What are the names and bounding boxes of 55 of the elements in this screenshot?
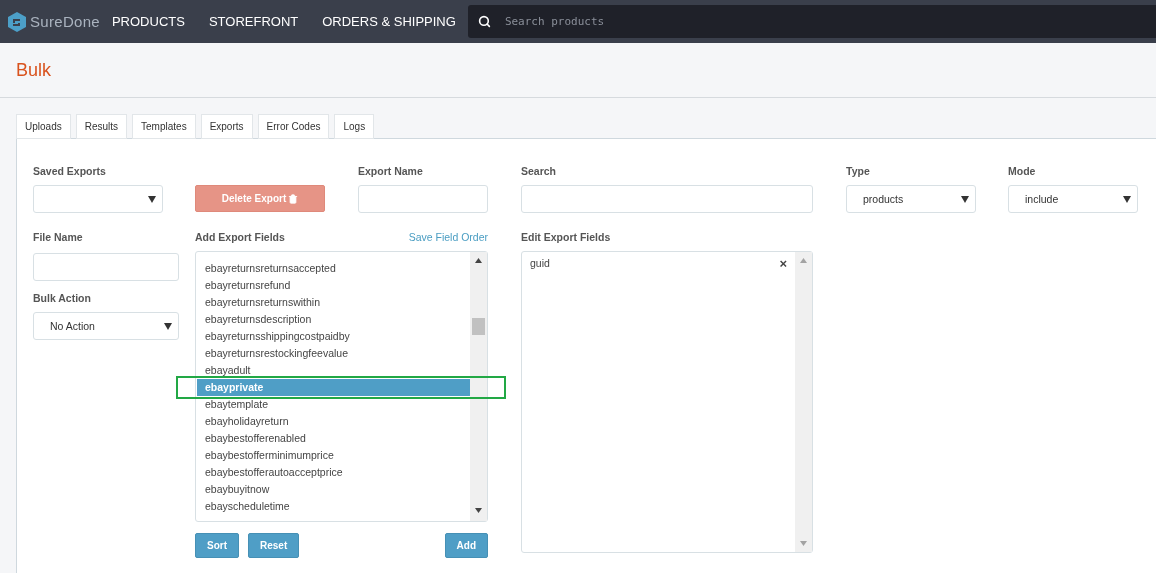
nav-link[interactable]: ORDERS & SHIPPING bbox=[322, 14, 456, 29]
export-fields-list[interactable] bbox=[195, 251, 488, 522]
list-item[interactable]: ebaybestofferenabled bbox=[196, 430, 470, 447]
tab[interactable]: Error Codes bbox=[257, 114, 330, 139]
field-label: Edit Export Fields bbox=[521, 231, 612, 245]
nav-link[interactable]: STOREFRONT bbox=[208, 14, 299, 29]
list-item[interactable]: ebayreturnsreturnsaccepted bbox=[196, 260, 470, 277]
edit-fields-box[interactable]: guid × bbox=[521, 251, 813, 553]
saved-exports-select[interactable] bbox=[33, 185, 163, 213]
tab[interactable]: Logs bbox=[334, 114, 375, 139]
field-label: Mode bbox=[1008, 165, 1037, 179]
tab[interactable]: Uploads bbox=[16, 114, 71, 139]
list-item[interactable]: ebayholidayreturn bbox=[196, 413, 470, 430]
export-name-field[interactable] bbox=[358, 185, 488, 213]
search-field[interactable] bbox=[521, 185, 813, 213]
list-item[interactable]: ebayscheduletime bbox=[196, 498, 470, 515]
caret-icon bbox=[1123, 195, 1131, 203]
page-title: Bulk bbox=[0, 43, 1156, 98]
tab[interactable]: Results bbox=[75, 114, 128, 139]
list-item[interactable]: ebaybestofferminimumprice bbox=[196, 447, 470, 464]
tab[interactable]: Templates bbox=[132, 114, 196, 139]
mode-select[interactable]: include bbox=[1008, 185, 1138, 213]
type-select[interactable]: products bbox=[846, 185, 976, 213]
logo-text: SureDone bbox=[30, 13, 100, 30]
field-label: Search bbox=[521, 165, 558, 179]
caret-icon bbox=[164, 322, 172, 330]
list-item[interactable]: ebaybuyitnow bbox=[196, 481, 470, 498]
field-label: Type bbox=[846, 165, 871, 179]
logo-icon bbox=[8, 11, 26, 32]
list-item[interactable]: ebayreturnsdescription bbox=[196, 311, 470, 328]
remove-button[interactable]: × bbox=[779, 256, 787, 270]
list-item[interactable]: ebayreturnsreturnswithin bbox=[196, 294, 470, 311]
list-item[interactable]: ebaytemplate bbox=[196, 396, 470, 413]
list-item[interactable]: ebayreturnsrestockingfeevalue bbox=[196, 345, 470, 362]
caret-icon bbox=[148, 195, 156, 203]
bulk-action-select[interactable]: No Action bbox=[33, 312, 179, 340]
list-item[interactable]: ebaybestofferautoacceptprice bbox=[196, 464, 470, 481]
field-label: File Name bbox=[33, 231, 84, 245]
field-label: Add Export Fields bbox=[195, 231, 285, 245]
scrollbar[interactable] bbox=[795, 252, 812, 552]
list-item[interactable]: ebayreturnsshippingcostpaidby bbox=[196, 328, 470, 345]
trash-icon bbox=[288, 193, 299, 204]
list-item[interactable]: ebayadult bbox=[196, 362, 470, 379]
caret-icon bbox=[961, 195, 969, 203]
field-tag: guid bbox=[530, 257, 550, 269]
search-icon bbox=[477, 15, 491, 28]
field-label: Saved Exports bbox=[33, 165, 107, 179]
nav-link[interactable]: PRODUCTS bbox=[111, 14, 185, 29]
tab[interactable]: Exports bbox=[200, 114, 253, 139]
list-item[interactable]: ebayreturnsrefund bbox=[196, 277, 470, 294]
file-name-field[interactable] bbox=[33, 253, 179, 281]
field-label: Bulk Action bbox=[33, 292, 92, 306]
field-label: Export Name bbox=[358, 165, 424, 179]
scrollbar[interactable] bbox=[470, 252, 487, 521]
search-field[interactable]: Search products bbox=[502, 14, 807, 29]
